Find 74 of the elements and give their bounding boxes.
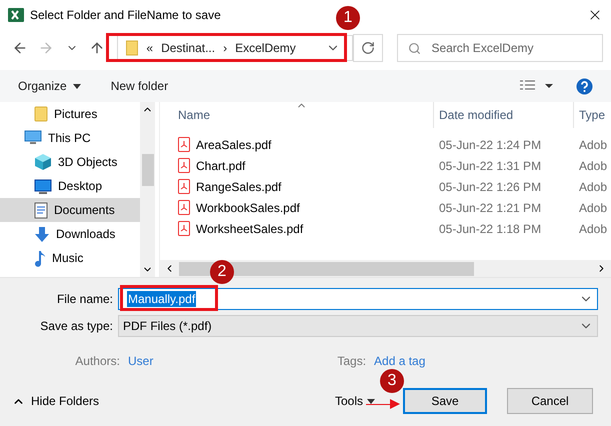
pointer-arrow — [366, 396, 402, 410]
field-label: Save as type: — [39, 319, 114, 333]
help-icon[interactable] — [576, 78, 593, 94]
column-header[interactable]: Date modified — [434, 102, 574, 128]
pdf-file-icon — [178, 221, 190, 236]
file-name[interactable]: RangeSales.pdf — [160, 179, 434, 194]
file-type: Adob — [578, 222, 608, 236]
file-type: Adob — [578, 158, 608, 172]
horizontal-scrollbar[interactable] — [160, 260, 611, 277]
organize-menu[interactable]: Organize — [18, 79, 81, 93]
navigation-item[interactable]: Documents — [0, 198, 140, 222]
pdf-file-icon — [178, 179, 190, 194]
add-tag-link[interactable]: Add a tag — [374, 354, 426, 368]
file-type: Adob — [578, 138, 608, 152]
refresh-icon — [361, 41, 376, 55]
hide-folders-button[interactable]: Hide Folders — [12, 394, 100, 408]
breadcrumb[interactable]: Destinat... — [161, 41, 216, 55]
file-name[interactable]: WorksheetSales.pdf — [160, 221, 434, 236]
file-name-field[interactable]: Manually.pdf — [118, 288, 598, 310]
folder-icon — [126, 40, 138, 56]
scroll-thumb[interactable] — [179, 262, 474, 276]
scroll-thumb[interactable] — [142, 154, 154, 186]
cancel-button[interactable]: Cancel — [507, 388, 593, 414]
date-modified: 05-Jun-22 1:21 PM — [438, 200, 542, 214]
file-name[interactable]: AreaSales.pdf — [160, 137, 434, 152]
view-options-icon[interactable] — [520, 80, 554, 92]
navigation-item[interactable]: Downloads — [0, 222, 140, 246]
file-type-dropdown[interactable]: PDF Files (*.pdf) — [118, 315, 598, 337]
save-button[interactable]: Save — [403, 388, 487, 414]
navigation-item[interactable]: This PC — [0, 126, 140, 150]
music-note-icon — [34, 250, 46, 266]
field-label: Authors: — [74, 354, 121, 368]
pdf-file-icon — [178, 158, 190, 173]
search-icon — [408, 42, 422, 54]
window-title: Select Folder and FileName to save — [30, 8, 221, 22]
date-modified: 05-Jun-22 1:24 PM — [438, 138, 542, 152]
navigation-item[interactable]: Desktop — [0, 174, 140, 198]
vertical-scrollbar[interactable] — [140, 102, 155, 277]
cube-icon — [34, 153, 52, 171]
date-modified: 05-Jun-22 1:18 PM — [438, 222, 542, 236]
file-type: Adob — [578, 200, 608, 214]
search-input[interactable]: Search ExcelDemy — [429, 40, 592, 56]
breadcrumb-separator: › — [223, 41, 228, 55]
navigation-item[interactable]: Music — [0, 246, 140, 270]
search-field[interactable]: Search ExcelDemy — [397, 34, 604, 62]
authors-link[interactable]: User — [128, 354, 154, 368]
pdf-file-icon — [178, 200, 190, 215]
document-icon — [34, 202, 48, 218]
overflow-chevron[interactable]: « — [146, 41, 154, 55]
field-label: Tags: — [337, 354, 366, 368]
spreadsheet-logo-icon — [8, 7, 24, 23]
tools-menu[interactable]: Tools — [334, 394, 375, 408]
navigation-item[interactable]: Pictures — [0, 102, 140, 126]
refresh-button[interactable] — [352, 34, 384, 62]
navigation-item[interactable]: 3D Objects — [0, 150, 140, 174]
computer-icon — [24, 130, 42, 146]
caret-icon — [367, 398, 375, 404]
caret-icon — [72, 84, 81, 88]
file-name[interactable]: Chart.pdf — [160, 158, 434, 173]
monitor-icon — [34, 178, 52, 194]
address-bar[interactable]: « Destinat... › ExcelDemy — [117, 35, 353, 61]
folder-icon — [34, 106, 48, 122]
file-type: Adob — [578, 180, 608, 194]
step-badge: 1 — [336, 6, 360, 30]
date-modified: 05-Jun-22 1:31 PM — [438, 158, 542, 172]
breadcrumb[interactable]: ExcelDemy — [235, 41, 296, 55]
field-label: File name: — [56, 292, 114, 306]
new-folder-button[interactable]: New folder — [110, 79, 168, 93]
pdf-file-icon — [178, 137, 190, 152]
download-arrow-icon — [34, 226, 50, 242]
column-header[interactable]: Name — [160, 102, 434, 128]
date-modified: 05-Jun-22 1:26 PM — [438, 180, 542, 194]
column-header[interactable]: Type — [574, 102, 611, 128]
file-name[interactable]: WorkbookSales.pdf — [160, 200, 434, 215]
